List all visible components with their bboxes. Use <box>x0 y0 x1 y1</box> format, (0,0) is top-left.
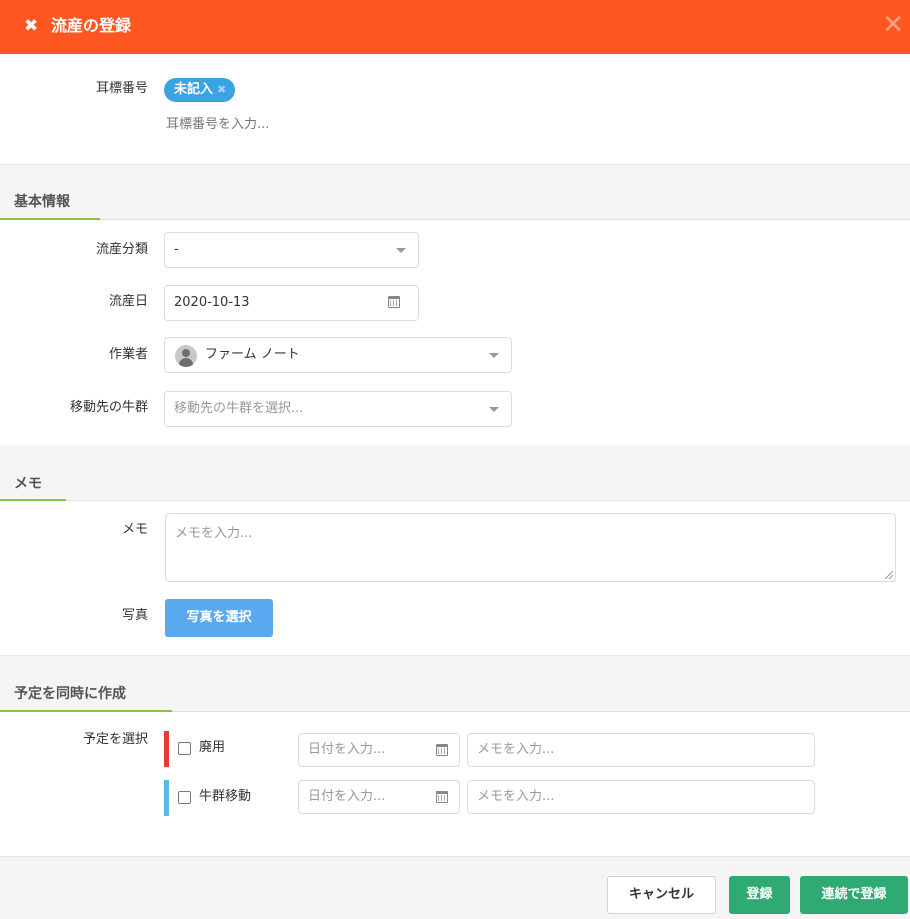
schedule-date-placeholder-cull: 日付を入力... <box>308 742 386 757</box>
worker-label: 作業者 <box>108 347 148 362</box>
select-photo-button[interactable]: 写真を選択 <box>165 599 273 637</box>
ear-tag-label: 耳標番号 <box>95 81 148 96</box>
schedule-checkbox-move[interactable] <box>178 791 191 804</box>
memo-label: メモ <box>121 522 148 537</box>
ear-tag-chip-label: 未記入 <box>174 82 214 97</box>
resize-grip-icon[interactable] <box>885 571 893 579</box>
schedule-select-label: 予定を選択 <box>82 732 148 747</box>
destination-group-placeholder: 移動先の牛群を選択... <box>174 401 304 416</box>
register-button[interactable]: 登録 <box>729 876 790 914</box>
remove-tag-icon[interactable]: ✖ <box>217 83 226 96</box>
schedule-date-input-move[interactable]: 日付を入力... <box>298 780 460 814</box>
section-schedule-title: 予定を同時に作成 <box>14 686 126 702</box>
worker-value: ファーム ノート <box>205 347 300 362</box>
cancel-button[interactable]: キャンセル <box>607 876 716 914</box>
section-basic-underline <box>0 218 100 220</box>
abortion-type-select[interactable]: - <box>164 232 419 268</box>
chevron-down-icon <box>489 407 499 412</box>
section-schedule-header: 予定を同時に作成 <box>0 655 910 712</box>
close-icon[interactable]: ✕ <box>882 11 904 39</box>
worker-select[interactable]: ファーム ノート <box>164 337 512 373</box>
section-memo-header: メモ <box>0 445 910 501</box>
schedule-checkbox-cull[interactable] <box>178 742 191 755</box>
destination-group-select[interactable]: 移動先の牛群を選択... <box>164 391 512 427</box>
schedule-memo-input-cull[interactable]: メモを入力... <box>467 733 815 767</box>
abortion-type-label: 流産分類 <box>95 242 148 257</box>
avatar <box>175 345 197 367</box>
register-continue-button[interactable]: 連続で登録 <box>800 876 908 914</box>
section-schedule-underline <box>0 710 172 712</box>
memo-textarea[interactable]: メモを入力... <box>165 513 896 582</box>
ear-tag-input[interactable] <box>166 117 466 132</box>
schedule-date-placeholder-move: 日付を入力... <box>308 789 386 804</box>
modal-title: 流産の登録 <box>51 16 132 35</box>
chevron-down-icon <box>396 248 406 253</box>
chevron-down-icon <box>489 353 499 358</box>
abortion-date-value: 2020-10-13 <box>174 295 250 310</box>
schedule-name-cull: 廃用 <box>199 740 226 755</box>
schedule-name-move: 牛群移動 <box>199 789 252 804</box>
abortion-type-value: - <box>174 242 179 257</box>
schedule-memo-input-move[interactable]: メモを入力... <box>467 780 815 814</box>
ear-tag-chip[interactable]: 未記入 ✖ <box>164 78 236 102</box>
abortion-date-label: 流産日 <box>108 294 148 309</box>
calendar-icon[interactable] <box>388 296 400 308</box>
photo-label: 写真 <box>121 608 148 623</box>
schedule-color-bar-cull <box>164 731 169 767</box>
destination-group-label: 移動先の牛群 <box>69 400 148 415</box>
section-memo-title: メモ <box>14 476 42 492</box>
section-basic-title: 基本情報 <box>14 194 70 210</box>
abortion-date-input[interactable]: 2020-10-13 <box>164 285 419 321</box>
section-memo-underline <box>0 499 66 501</box>
schedule-date-input-cull[interactable]: 日付を入力... <box>298 733 460 767</box>
calendar-icon[interactable] <box>436 791 448 803</box>
calendar-icon[interactable] <box>436 744 448 756</box>
schedule-color-bar-move <box>164 780 169 816</box>
schedule-memo-placeholder-cull: メモを入力... <box>477 742 555 757</box>
section-basic-header: 基本情報 <box>0 164 910 220</box>
memo-placeholder: メモを入力... <box>175 526 253 541</box>
schedule-memo-placeholder-move: メモを入力... <box>477 789 555 804</box>
modal-header: ✖ 流産の登録 ✕ <box>0 0 910 54</box>
close-mark-icon: ✖ <box>24 16 39 36</box>
